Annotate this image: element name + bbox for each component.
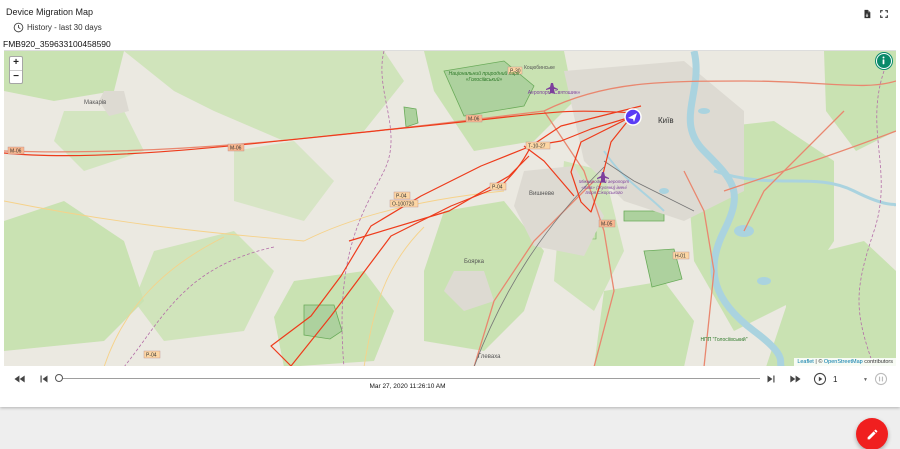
road-label: М-06 — [10, 149, 22, 155]
park-label: Національний природний парк «Голосіївськ… — [448, 71, 520, 83]
road-label: Т-10-27 — [528, 144, 546, 150]
map-tiles[interactable]: Р-30 М-06 М-06 М-06 Т-10-27 Р-04 Р-04 О-… — [4, 51, 896, 366]
road-label: М-05 — [601, 222, 613, 228]
map-view[interactable]: Р-30 М-06 М-06 М-06 Т-10-27 Р-04 Р-04 О-… — [4, 50, 896, 366]
road-label: М-06 — [468, 117, 480, 123]
vehicle-marker[interactable] — [624, 108, 642, 126]
road-label: М-06 — [230, 146, 242, 152]
road-label: Р-04 — [492, 185, 503, 191]
zoom-in-button[interactable]: + — [10, 57, 22, 70]
fullscreen-icon[interactable] — [879, 9, 889, 19]
road-label: Р-04 — [146, 353, 157, 359]
info-icon — [882, 56, 885, 65]
zoom-out-button[interactable]: − — [10, 70, 22, 83]
zoom-control: + − — [9, 56, 23, 84]
file-download-icon[interactable] — [862, 9, 872, 19]
edit-fab-button[interactable] — [856, 418, 888, 449]
migration-map-card: Device Migration Map History - last 30 d… — [0, 0, 900, 407]
history-range: History - last 30 days — [13, 22, 102, 33]
edit-icon — [867, 429, 877, 439]
map-attribution: Leaflet | © OpenStreetMap contributors — [794, 358, 896, 366]
attribution-separator: | © — [813, 359, 824, 365]
airport-label: Аеропорт «Святошин» — [527, 90, 581, 96]
road-label: О-100720 — [392, 202, 414, 208]
npp-label-box: НПП "Голосіївський" — [700, 337, 748, 343]
attribution-suffix: contributors — [862, 359, 893, 365]
town-label: Коцюбинське — [524, 65, 555, 71]
history-label: History - last 30 days — [27, 23, 102, 32]
speed-value: 1 — [833, 375, 838, 384]
city-label: Київ — [658, 116, 674, 125]
speed-select[interactable]: 1 ▼ — [833, 373, 868, 386]
town-label: Боярка — [464, 259, 485, 265]
device-id: FMB920_359633100458590 — [3, 39, 111, 49]
card-title: Device Migration Map — [6, 7, 94, 17]
town-label: Вишневе — [529, 191, 555, 197]
osm-link[interactable]: OpenStreetMap — [824, 359, 863, 365]
town-label: Глеваха — [478, 354, 501, 360]
airport-label: Міжнародний аеропорт «Київ» (Жуляни) іме… — [578, 179, 630, 195]
timeline-knob[interactable] — [55, 374, 63, 382]
timeline-track[interactable] — [58, 378, 760, 379]
dropdown-arrow-icon: ▼ — [863, 376, 868, 383]
airport-south-box: Міжнародний аеропорт «Київ» (Жуляни) іме… — [578, 179, 630, 195]
leaflet-link[interactable]: Leaflet — [797, 359, 814, 365]
park-label-box: Національний природний парк «Голосіївськ… — [448, 71, 520, 83]
playback-timestamp: Mar 27, 2020 11:26:10 AM — [369, 383, 446, 390]
road-label: Р-04 — [396, 194, 407, 200]
play-icon[interactable] — [813, 372, 827, 386]
clock-icon — [13, 22, 24, 33]
pause-icon[interactable] — [874, 372, 888, 386]
town-label: Макарів — [84, 100, 106, 106]
info-button[interactable] — [876, 53, 892, 69]
road-label: Н-01 — [675, 254, 686, 260]
airport-north-box: Аеропорт «Святошин» — [527, 90, 581, 96]
npp-label: НПП "Голосіївський" — [700, 337, 748, 343]
